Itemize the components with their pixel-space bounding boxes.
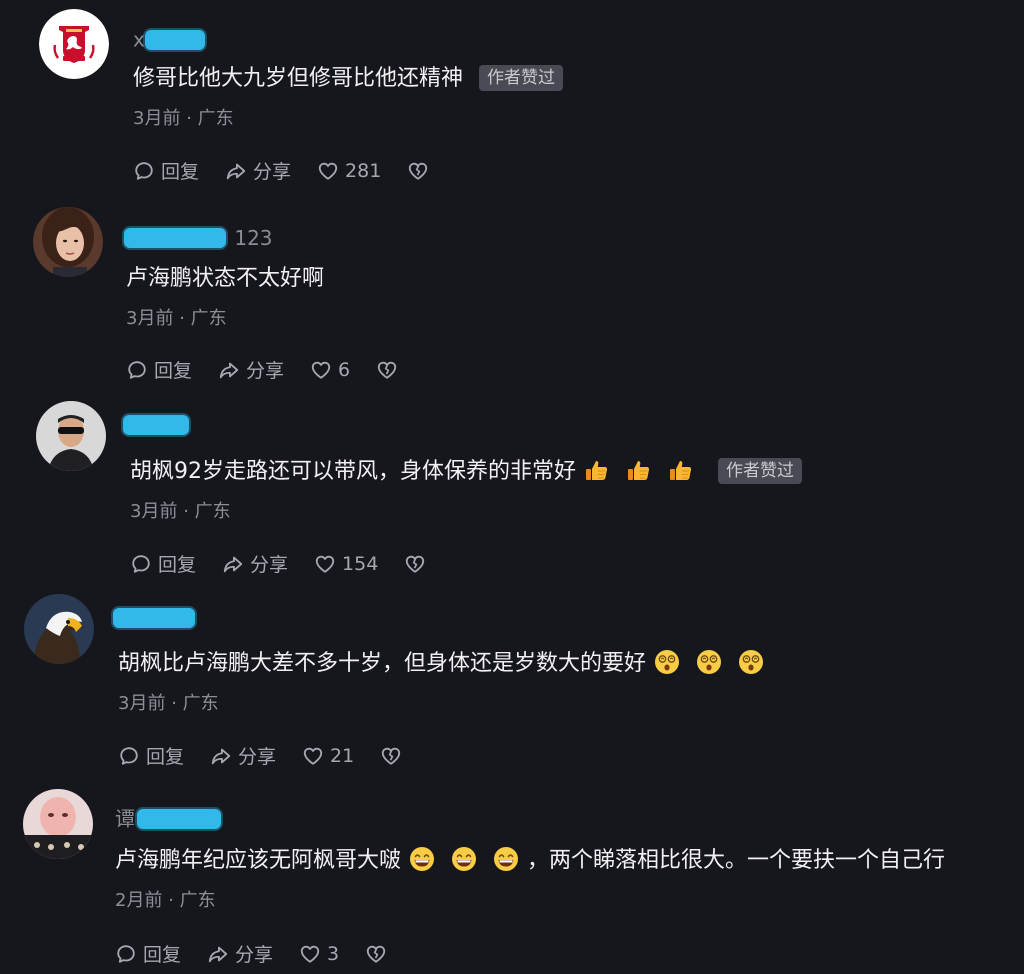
username[interactable] — [123, 409, 189, 437]
heart-icon — [317, 160, 339, 182]
author-liked-badge: 作者赞过 — [479, 65, 564, 91]
share-arrow-icon — [218, 359, 240, 381]
comment-text: 胡枫92岁走路还可以带风，身体保养的非常好 作者赞过 — [130, 457, 802, 487]
avatar[interactable] — [36, 401, 106, 471]
redacted-name-mask — [145, 29, 206, 50]
dislike-button[interactable] — [380, 745, 402, 767]
comment-bubble-icon — [118, 745, 140, 767]
grinning-face-emoji-icon — [409, 846, 435, 872]
user-photo-icon — [36, 401, 106, 471]
thumbs-up-emoji-icon — [668, 457, 694, 483]
username[interactable]: 123 — [124, 222, 273, 250]
share-arrow-icon — [225, 160, 247, 182]
like-button[interactable]: 281 — [317, 160, 381, 182]
comment-meta: 3月前 · 广东 — [133, 108, 234, 129]
comment-actions: 回复 分享 3 — [115, 940, 413, 967]
comment-text: 修哥比他大九岁但修哥比他还精神 作者赞过 — [133, 64, 564, 94]
comment-actions: 回复 分享 281 — [133, 157, 455, 184]
share-button[interactable]: 分享 — [207, 940, 273, 967]
reply-button[interactable]: 回复 — [130, 550, 196, 577]
like-button[interactable]: 3 — [299, 943, 339, 965]
like-count: 154 — [342, 552, 379, 575]
username[interactable]: x — [133, 24, 206, 52]
avatar[interactable] — [39, 9, 109, 79]
share-button[interactable]: 分享 — [222, 550, 288, 577]
redacted-name-mask — [113, 607, 195, 628]
reply-button[interactable]: 回复 — [118, 742, 184, 769]
liverpool-crest-icon — [39, 9, 109, 79]
avatar[interactable] — [23, 789, 93, 859]
author-liked-badge: 作者赞过 — [718, 458, 802, 484]
user-photo-icon — [23, 789, 93, 859]
comment-text: 胡枫比卢海鹏大差不多十岁，但身体还是岁数大的要好 — [118, 649, 772, 679]
like-button[interactable]: 154 — [314, 553, 378, 575]
grinning-face-emoji-icon — [493, 846, 519, 872]
like-button[interactable]: 21 — [302, 745, 354, 767]
like-count: 21 — [330, 744, 355, 767]
comment-actions: 回复 分享 154 — [130, 550, 452, 577]
like-button[interactable]: 6 — [310, 359, 350, 381]
broken-heart-icon — [376, 359, 398, 381]
heart-icon — [310, 359, 332, 381]
broken-heart-icon — [404, 553, 426, 575]
comment-actions: 回复 分享 6 — [126, 356, 424, 383]
username[interactable] — [113, 602, 195, 630]
reply-button[interactable]: 回复 — [126, 356, 192, 383]
broken-heart-icon — [380, 745, 402, 767]
heart-icon — [299, 943, 321, 965]
share-button[interactable]: 分享 — [225, 157, 291, 184]
comment-bubble-icon — [126, 359, 148, 381]
dislike-button[interactable] — [407, 160, 429, 182]
redacted-name-mask — [124, 227, 226, 248]
dizzy-face-emoji-icon — [738, 649, 764, 675]
dislike-button[interactable] — [365, 943, 387, 965]
grinning-face-emoji-icon — [451, 846, 477, 872]
share-button[interactable]: 分享 — [210, 742, 276, 769]
share-arrow-icon — [222, 553, 244, 575]
like-count: 281 — [345, 159, 382, 182]
comment-meta: 3月前 · 广东 — [118, 693, 219, 714]
comment-text: 卢海鹏状态不太好啊 — [126, 266, 325, 291]
eagle-avatar-icon — [24, 594, 94, 664]
dislike-button[interactable] — [404, 553, 426, 575]
comment-meta: 2月前 · 广东 — [115, 890, 216, 911]
username[interactable]: 谭 — [115, 803, 222, 831]
comment-bubble-icon — [130, 553, 152, 575]
broken-heart-icon — [365, 943, 387, 965]
comment-bubble-icon — [133, 160, 155, 182]
dislike-button[interactable] — [376, 359, 398, 381]
share-arrow-icon — [210, 745, 232, 767]
heart-icon — [314, 553, 336, 575]
reply-button[interactable]: 回复 — [115, 940, 181, 967]
heart-icon — [302, 745, 324, 767]
redacted-name-mask — [137, 808, 222, 829]
avatar[interactable] — [24, 594, 94, 664]
user-photo-icon — [33, 207, 103, 277]
thumbs-up-emoji-icon — [626, 457, 652, 483]
broken-heart-icon — [407, 160, 429, 182]
comment-actions: 回复 分享 21 — [118, 742, 428, 769]
thumbs-up-emoji-icon — [584, 457, 610, 483]
share-arrow-icon — [207, 943, 229, 965]
dizzy-face-emoji-icon — [696, 649, 722, 675]
comment-bubble-icon — [115, 943, 137, 965]
redacted-name-mask — [123, 414, 189, 435]
reply-button[interactable]: 回复 — [133, 157, 199, 184]
comment-meta: 3月前 · 广东 — [130, 501, 231, 522]
like-count: 6 — [338, 358, 351, 381]
comment-text: 卢海鹏年纪应该无阿枫哥大啵 ，两个睇落相比很大。一个要扶一个自己行 — [115, 846, 946, 873]
like-count: 3 — [327, 942, 340, 965]
avatar[interactable] — [33, 207, 103, 277]
dizzy-face-emoji-icon — [654, 649, 680, 675]
share-button[interactable]: 分享 — [218, 356, 284, 383]
comment-meta: 3月前 · 广东 — [126, 308, 227, 329]
